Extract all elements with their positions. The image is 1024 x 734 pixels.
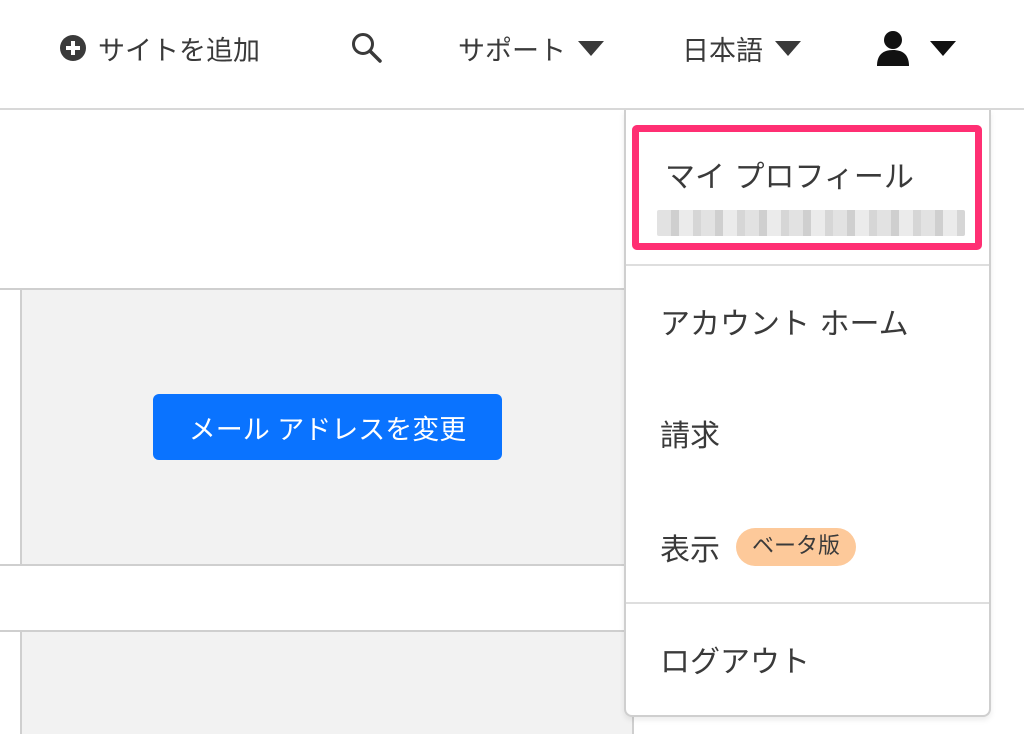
logout-label: ログアウト: [660, 645, 810, 680]
my-profile-item[interactable]: マイ プロフィール: [632, 125, 982, 250]
caret-down-icon: [930, 40, 956, 56]
search-icon: [352, 33, 382, 63]
account-home-label: アカウント ホーム: [660, 307, 909, 342]
top-nav-bar: サイトを追加 サポート 日本語: [0, 0, 1024, 110]
appearance-item[interactable]: 表示 ベータ版: [626, 516, 989, 578]
billing-item[interactable]: 請求: [626, 402, 989, 464]
billing-label: 請求: [660, 419, 720, 454]
page: サイトを追加 サポート 日本語 メール アドレスを変更 マイ プロフィール アカ…: [0, 0, 1024, 734]
user-dropdown-menu: マイ プロフィール アカウント ホーム 請求 表示 ベータ版 ログアウト: [624, 110, 991, 717]
language-label: 日本語: [682, 35, 763, 67]
redacted-email: [657, 210, 965, 236]
my-profile-label: マイ プロフィール: [665, 160, 914, 195]
menu-divider: [626, 602, 989, 604]
change-email-button[interactable]: メール アドレスを変更: [153, 394, 502, 460]
add-site-label: サイトを追加: [98, 35, 260, 67]
menu-divider: [626, 264, 989, 266]
account-home-item[interactable]: アカウント ホーム: [626, 290, 989, 352]
support-label: サポート: [458, 35, 566, 67]
user-icon: [877, 31, 909, 66]
caret-down-icon: [775, 40, 801, 56]
user-menu-button[interactable]: [876, 26, 956, 70]
left-border: [20, 288, 22, 566]
beta-badge: ベータ版: [736, 528, 857, 566]
plus-circle-icon: [60, 35, 86, 61]
logout-item[interactable]: ログアウト: [626, 628, 989, 690]
settings-panel: [20, 630, 634, 734]
support-menu-button[interactable]: サポート: [458, 26, 604, 70]
add-site-button[interactable]: サイトを追加: [60, 26, 260, 70]
appearance-label: 表示: [660, 533, 720, 568]
language-menu-button[interactable]: 日本語: [682, 26, 801, 70]
caret-down-icon: [578, 40, 604, 56]
search-button[interactable]: [350, 26, 384, 70]
